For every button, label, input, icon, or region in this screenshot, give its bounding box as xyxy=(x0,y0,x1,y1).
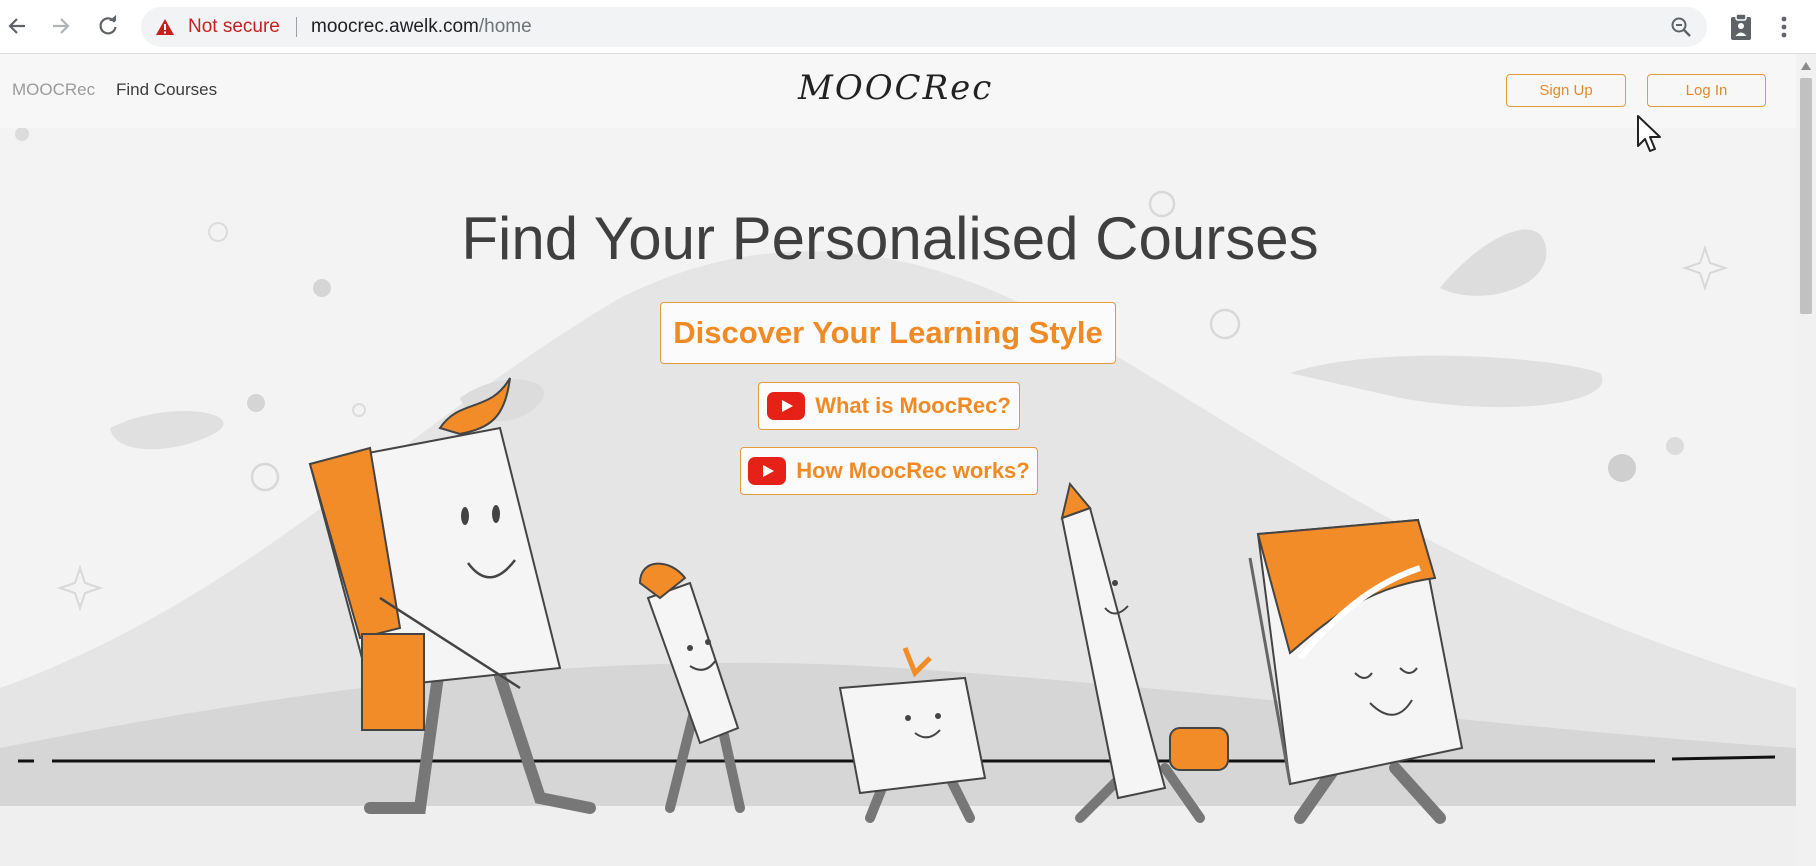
reload-icon xyxy=(99,15,117,35)
page-scrollbar[interactable] xyxy=(1796,54,1816,866)
url-text[interactable]: moocrec.awelk.com/home xyxy=(311,17,532,37)
site-header: MOOCRec Find Courses MOOCRec Sign Up Log… xyxy=(0,54,1796,128)
security-status[interactable]: Not secure xyxy=(188,17,280,37)
find-courses-link[interactable]: Find Courses xyxy=(116,80,217,100)
hero-title: Find Your Personalised Courses xyxy=(461,205,1319,273)
scrollbar-thumb[interactable] xyxy=(1800,78,1812,314)
clipboard-extension-icon[interactable] xyxy=(1727,12,1755,42)
zoom-out-icon[interactable] xyxy=(1669,15,1693,39)
brand-link[interactable]: MOOCRec xyxy=(12,80,95,100)
forward-arrow-icon xyxy=(53,18,70,34)
scroll-up-arrow-icon[interactable] xyxy=(1801,62,1811,70)
site-logo[interactable]: MOOCRec xyxy=(798,68,993,108)
how-moocrec-works-video-button[interactable]: How MoocRec works? xyxy=(740,447,1038,495)
what-is-moocrec-video-button[interactable]: What is MoocRec? xyxy=(758,382,1020,430)
log-in-button[interactable]: Log In xyxy=(1647,74,1766,107)
url-host: moocrec.awelk.com xyxy=(311,16,479,37)
mouse-cursor-icon xyxy=(1637,115,1661,152)
discover-learning-style-button[interactable]: Discover Your Learning Style xyxy=(660,302,1116,364)
video-button-label: What is MoocRec? xyxy=(815,393,1011,418)
url-path: /home xyxy=(478,16,532,37)
menu-dots-icon[interactable] xyxy=(1774,12,1794,42)
reload-button[interactable] xyxy=(91,9,125,43)
youtube-play-icon xyxy=(748,457,787,485)
sign-up-button[interactable]: Sign Up xyxy=(1506,74,1626,107)
web-page: MOOCRec Find Courses MOOCRec Sign Up Log… xyxy=(0,54,1796,866)
browser-toolbar: Not secure moocrec.awelk.com/home xyxy=(0,0,1816,54)
back-arrow-icon xyxy=(8,18,25,34)
divider xyxy=(296,17,297,37)
back-button[interactable] xyxy=(0,9,34,43)
address-bar[interactable]: Not secure moocrec.awelk.com/home xyxy=(141,7,1707,47)
youtube-play-icon xyxy=(767,392,806,420)
forward-button[interactable] xyxy=(44,9,78,43)
video-button-label: How MoocRec works? xyxy=(796,458,1030,483)
warning-icon[interactable] xyxy=(155,17,175,37)
